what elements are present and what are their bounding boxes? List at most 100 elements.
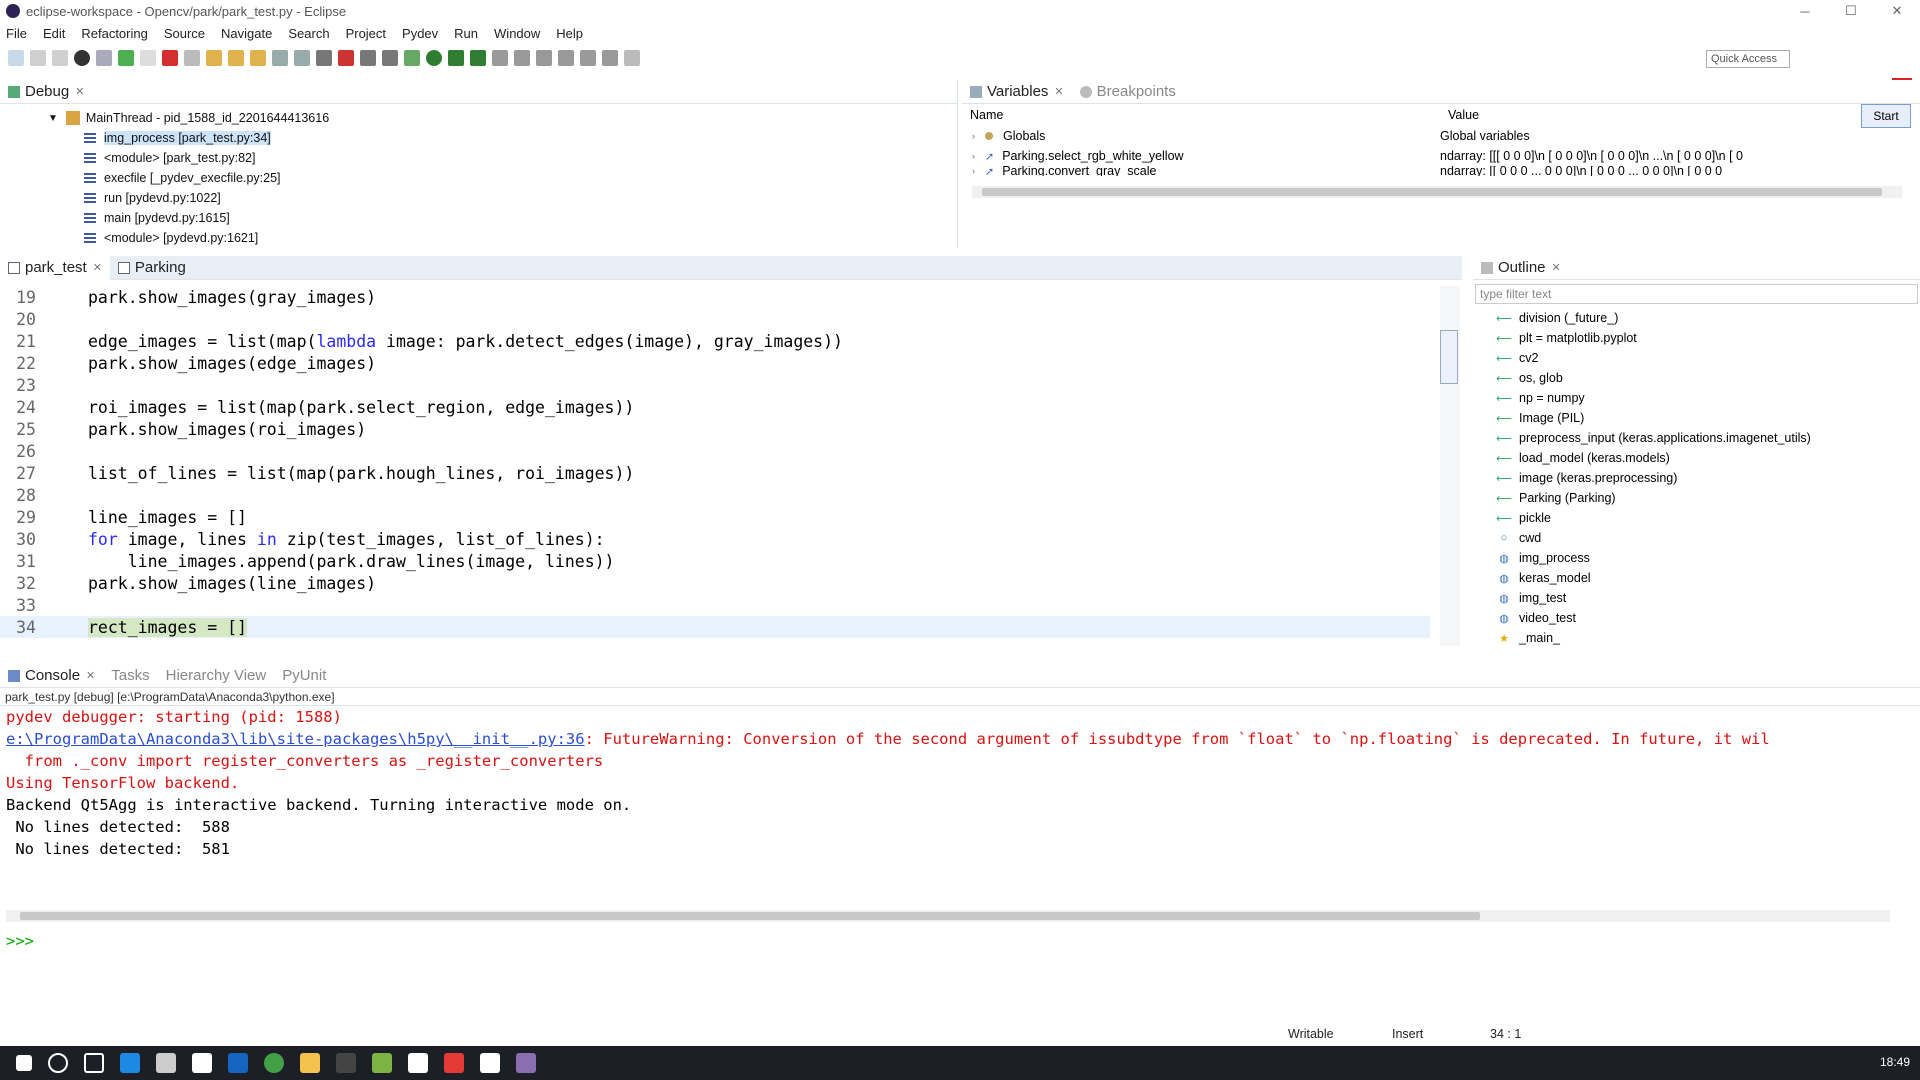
variable-row[interactable]: › ➚ Parking.select_rgb_white_yellow ndar… — [962, 146, 1920, 166]
new-icon[interactable] — [8, 50, 24, 66]
skip-breakpoints-icon[interactable] — [96, 50, 112, 66]
quick-access-input[interactable]: Quick Access — [1706, 50, 1790, 68]
stop-icon[interactable] — [338, 50, 354, 66]
tab-pyunit[interactable]: PyUnit — [274, 664, 334, 688]
clapper-icon[interactable] — [408, 1053, 428, 1073]
menu-edit[interactable]: Edit — [43, 26, 65, 41]
outline-item[interactable]: ◍ img_process — [1473, 548, 1920, 568]
outline-item[interactable]: ◍ keras_model — [1473, 568, 1920, 588]
next-annotation-icon[interactable] — [558, 50, 574, 66]
menu-project[interactable]: Project — [346, 26, 386, 41]
search-toolbar-icon[interactable] — [536, 50, 552, 66]
cortana-icon[interactable] — [48, 1053, 68, 1073]
column-value[interactable]: Value — [1448, 108, 1479, 122]
run-config-icon[interactable] — [448, 50, 464, 66]
forward-icon[interactable] — [624, 50, 640, 66]
outline-item[interactable]: ⟵ division (_future_) — [1473, 308, 1920, 328]
outline-item[interactable]: ⟵ np = numpy — [1473, 388, 1920, 408]
ruler-thumb[interactable] — [1440, 330, 1458, 384]
edge-icon[interactable] — [120, 1053, 140, 1073]
tab-hierarchy-view[interactable]: Hierarchy View — [158, 664, 275, 688]
outline-item[interactable]: ⟵ plt = matplotlib.pyplot — [1473, 328, 1920, 348]
outline-item[interactable]: ⟵ pickle — [1473, 508, 1920, 528]
terminate-icon[interactable] — [162, 50, 178, 66]
windows-start-icon[interactable] — [16, 1055, 32, 1071]
chevron-down-icon[interactable]: ▼ — [48, 113, 58, 124]
recorder-icon[interactable] — [444, 1053, 464, 1073]
stack-frame[interactable]: img_process [park_test.py:34] — [0, 128, 957, 148]
back-icon[interactable] — [602, 50, 618, 66]
code-area[interactable]: 19 park.show_images(gray_images) 20 21 edg… — [0, 286, 1430, 638]
menu-help[interactable]: Help — [556, 26, 583, 41]
disconnect-icon[interactable] — [184, 50, 200, 66]
tab-breakpoints[interactable]: Breakpoints — [1072, 80, 1184, 104]
task-view-icon[interactable] — [84, 1053, 104, 1073]
scrollbar-thumb[interactable] — [20, 912, 1480, 920]
variable-row[interactable]: › Globals Global variables — [962, 126, 1920, 146]
debug-perspective-icon[interactable] — [74, 50, 90, 66]
chrome-icon[interactable] — [264, 1053, 284, 1073]
tree-row-thread[interactable]: ▼ MainThread - pid_1588_id_2201644413616 — [0, 108, 957, 128]
prev-annotation-icon[interactable] — [580, 50, 596, 66]
open-type-icon[interactable] — [492, 50, 508, 66]
tab-variables[interactable]: Variables ✕ — [962, 80, 1072, 104]
outline-filter-input[interactable]: type filter text — [1475, 284, 1918, 304]
outline-item[interactable]: ⟵ Parking (Parking) — [1473, 488, 1920, 508]
chevron-right-icon[interactable]: › — [972, 166, 975, 176]
minimize-button[interactable]: ─ — [1782, 0, 1828, 22]
stack-frame[interactable]: execfile [_pydev_execfile.py:25] — [0, 168, 957, 188]
step-return-icon[interactable] — [250, 50, 266, 66]
outline-item[interactable]: ⟵ preprocess_input (keras.applications.im… — [1473, 428, 1920, 448]
overview-ruler[interactable] — [1440, 286, 1460, 646]
store-icon[interactable] — [156, 1053, 176, 1073]
photos-icon[interactable] — [480, 1053, 500, 1073]
run-icon[interactable] — [426, 50, 442, 66]
stack-frame[interactable]: <module> [pydevd.py:1621] — [0, 228, 957, 248]
tab-console[interactable]: Console ✕ — [0, 664, 103, 688]
tab-parking[interactable]: Parking — [110, 256, 194, 280]
chevron-right-icon[interactable]: › — [972, 151, 975, 161]
bug-icon[interactable] — [404, 50, 420, 66]
outline-item[interactable]: ◍ img_test — [1473, 588, 1920, 608]
outline-item[interactable]: ○ cwd — [1473, 528, 1920, 548]
external-tools-icon[interactable] — [470, 50, 486, 66]
stack-frame[interactable]: run [pydevd.py:1022] — [0, 188, 957, 208]
close-icon[interactable]: ✕ — [75, 85, 84, 98]
mail-icon[interactable] — [192, 1053, 212, 1073]
outline-item[interactable]: ⟵ image (keras.preprocessing) — [1473, 468, 1920, 488]
maximize-button[interactable]: ☐ — [1828, 0, 1874, 22]
outline-item[interactable]: ⟵ cv2 — [1473, 348, 1920, 368]
console-prompt[interactable]: >>> — [0, 930, 34, 952]
scrollbar-thumb[interactable] — [982, 188, 1882, 196]
open-resource-icon[interactable] — [514, 50, 530, 66]
save-all-icon[interactable] — [52, 50, 68, 66]
app-icon[interactable] — [336, 1053, 356, 1073]
outline-item[interactable]: ⟵ load_model (keras.models) — [1473, 448, 1920, 468]
menu-file[interactable]: File — [6, 26, 27, 41]
close-icon[interactable]: ✕ — [93, 261, 102, 274]
chevron-right-icon[interactable]: › — [972, 131, 975, 141]
variable-row[interactable]: › ➚ Parking.convert_gray_scale ndarray: … — [962, 166, 1920, 176]
outline-item[interactable]: ★ _main_ — [1473, 628, 1920, 648]
console-scrollbar[interactable] — [6, 910, 1890, 922]
eclipse-taskbar-icon[interactable] — [516, 1053, 536, 1073]
menu-pydev[interactable]: Pydev — [402, 26, 438, 41]
console-link[interactable]: e:\ProgramData\Anaconda3\lib\site-packag… — [6, 730, 585, 748]
menu-search[interactable]: Search — [288, 26, 329, 41]
outline-item[interactable]: ⟵ os, glob — [1473, 368, 1920, 388]
watch-icon[interactable] — [382, 50, 398, 66]
step-into-icon[interactable] — [206, 50, 222, 66]
suspend-icon[interactable] — [140, 50, 156, 66]
instruction-step-icon[interactable] — [294, 50, 310, 66]
menu-window[interactable]: Window — [494, 26, 540, 41]
pycharm-icon[interactable] — [372, 1053, 392, 1073]
close-icon[interactable]: ✕ — [1054, 85, 1063, 98]
menu-run[interactable]: Run — [454, 26, 478, 41]
outline-item[interactable]: ◍ video_test — [1473, 608, 1920, 628]
step-over-icon[interactable] — [228, 50, 244, 66]
stack-frame[interactable]: main [pydevd.py:1615] — [0, 208, 957, 228]
tab-tasks[interactable]: Tasks — [103, 664, 157, 688]
tab-debug[interactable]: Debug ✕ — [0, 80, 92, 104]
menu-navigate[interactable]: Navigate — [221, 26, 272, 41]
toggle-icon[interactable] — [272, 50, 288, 66]
